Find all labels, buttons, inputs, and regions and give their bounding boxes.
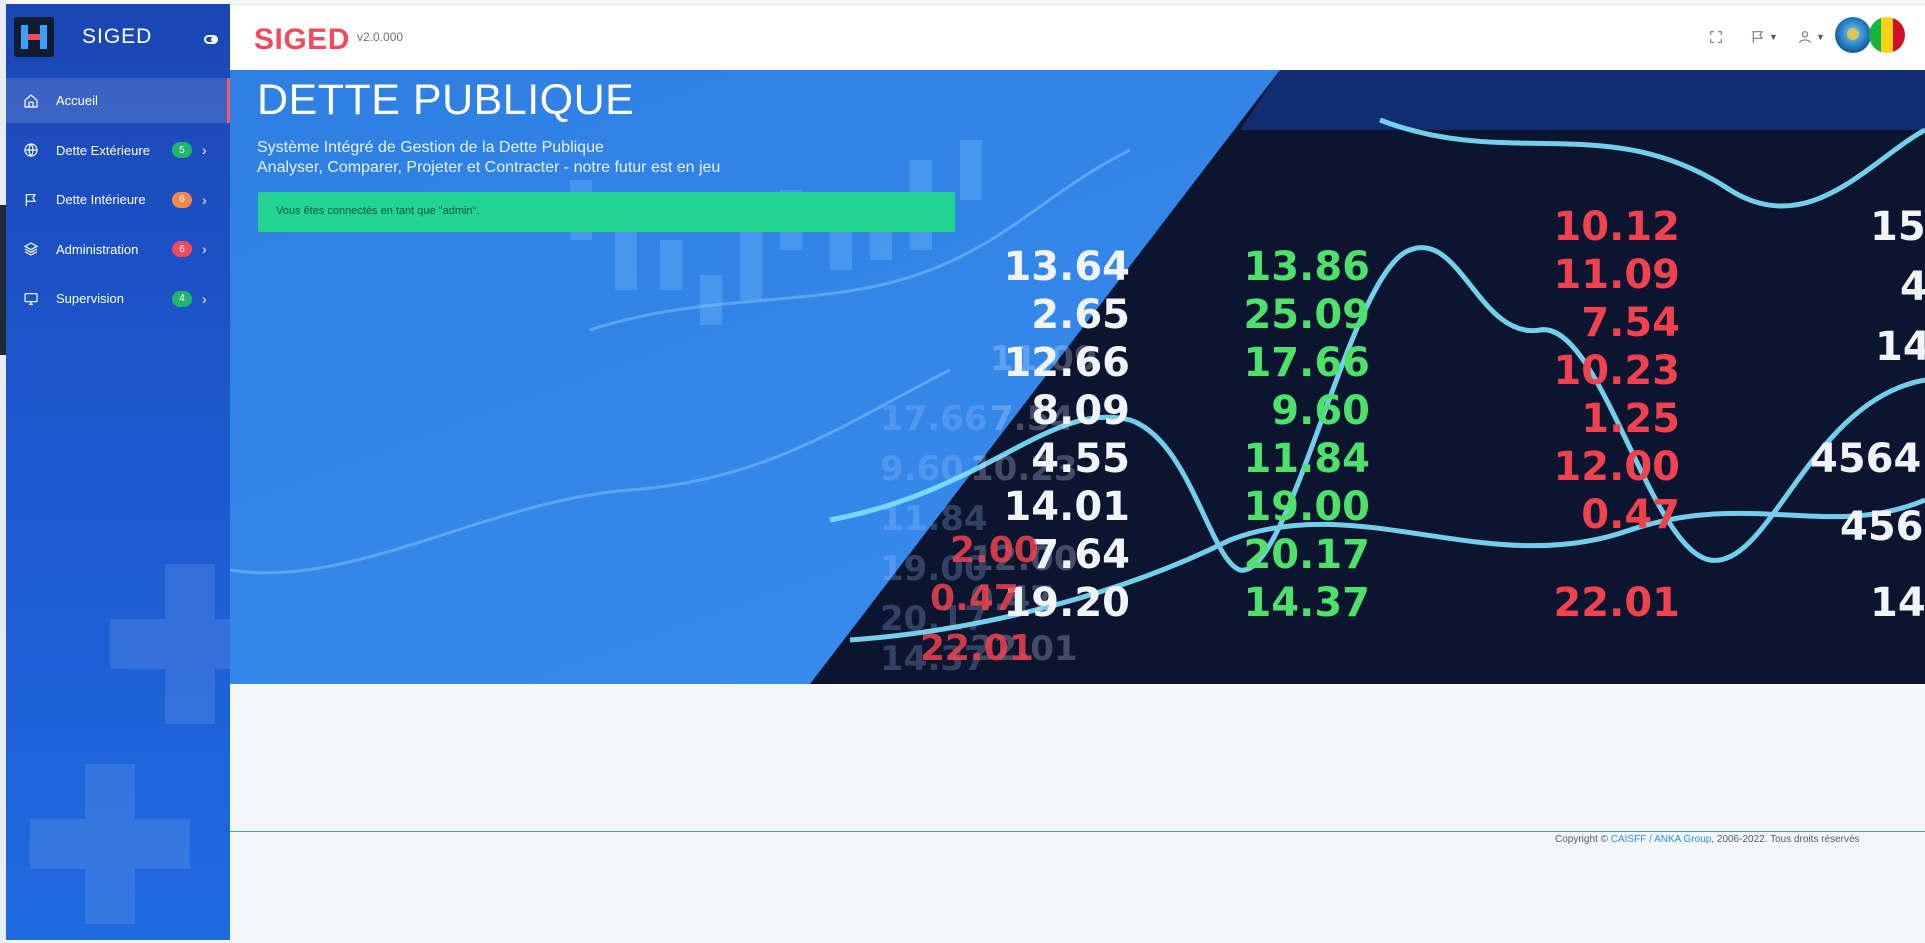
svg-text:7.54: 7.54 [1581,300,1680,346]
country-flag-avatar[interactable] [1869,17,1905,53]
globe-icon [22,141,40,159]
svg-text:10.23: 10.23 [970,449,1078,489]
sidebar: SIGED Accueil Dette Extérieure 5 › Dette… [6,4,230,940]
svg-text:14: 14 [1870,580,1925,626]
emblem-avatar[interactable] [1835,17,1871,53]
banner-subtitle-line: Système Intégré de Gestion de la Dette P… [257,139,604,156]
sidebar-item-administration[interactable]: Administration 6 › [6,227,230,272]
chevron-right-icon: › [202,142,207,158]
sidebar-item-supervision[interactable]: Supervision 4 › [6,276,230,321]
svg-text:4564: 4564 [1810,436,1921,482]
sidebar-decoration [110,564,230,724]
svg-text:456: 456 [1840,504,1924,550]
banner-title: DETTE PUBLIQUE [257,76,635,124]
svg-text:22.01: 22.01 [920,628,1034,669]
fullscreen-button[interactable] [1708,25,1724,49]
home-icon [22,92,40,110]
svg-text:19.00: 19.00 [1243,484,1370,530]
svg-text:17.66: 17.66 [880,399,988,439]
count-badge: 6 [172,241,192,257]
svg-text:2.65: 2.65 [1031,292,1130,338]
sidebar-item-dette-exterieure[interactable]: Dette Extérieure 5 › [6,128,230,173]
login-status-alert: Vous êtes connectés en tant que "admin". [258,192,955,232]
banner-subtitle-line: Analyser, Comparer, Projeter et Contract… [257,159,721,176]
sidebar-item-label: Dette Extérieure [56,142,150,158]
svg-text:13.86: 13.86 [1243,244,1370,290]
svg-text:14.01: 14.01 [1003,484,1130,530]
svg-text:4: 4 [1900,264,1925,310]
sidebar-item-label: Dette Intérieure [56,192,146,207]
user-icon [1799,31,1811,44]
svg-text:10.23: 10.23 [1553,348,1680,394]
sidebar-toggle-icon[interactable] [204,35,218,44]
sidebar-brand: SIGED [6,4,230,70]
sidebar-item-label: Administration [56,241,139,257]
banner-subtitle: Système Intégré de Gestion de la Dette P… [257,138,720,178]
svg-text:25.09: 25.09 [1243,292,1370,338]
brand-name: SIGED [82,25,153,48]
language-dropdown[interactable]: ▼ [1750,25,1778,49]
footer-divider [230,831,1925,832]
flag-icon [1752,31,1764,43]
svg-text:15: 15 [1870,204,1925,250]
svg-text:11.09: 11.09 [1553,252,1680,298]
caret-down-icon: ▼ [1816,32,1825,42]
svg-text:0.47: 0.47 [930,578,1019,619]
count-badge: 4 [172,290,192,307]
sidebar-item-label: Accueil [56,93,98,108]
svg-text:2.00: 2.00 [950,530,1039,571]
footer: Copyright © CAISFF / ANKA Group, 2006-20… [1555,834,1860,845]
app-title: SIGED [254,23,350,56]
svg-text:22.01: 22.01 [1553,580,1680,626]
svg-text:11.84: 11.84 [1243,436,1370,482]
svg-text:12.00: 12.00 [1553,444,1680,490]
company-link[interactable]: CAISFF / ANKA Group [1611,834,1712,845]
svg-text:11.09: 11.09 [990,339,1098,379]
layers-icon [22,240,40,258]
copyright-suffix: , 2006-2022. Tous droits réservés [1711,834,1860,845]
caret-down-icon: ▼ [1769,32,1778,42]
svg-text:17.66: 17.66 [1243,340,1370,386]
svg-text:9.60: 9.60 [880,449,964,489]
svg-text:14: 14 [1875,324,1925,370]
version-label: v2.0.000 [357,30,404,44]
svg-text:9.60: 9.60 [1271,388,1370,434]
sidebar-item-dette-interieure[interactable]: Dette Intérieure 6 › [6,177,230,222]
sidebar-item-accueil[interactable]: Accueil [6,78,230,123]
app-root: SIGED Accueil Dette Extérieure 5 › Dette… [0,0,1925,943]
svg-text:7.54: 7.54 [990,399,1074,439]
svg-text:13.64: 13.64 [1003,244,1130,290]
monitor-icon [22,290,40,308]
chevron-right-icon: › [202,290,207,307]
flag-icon [22,191,40,209]
chevron-right-icon: › [202,241,207,257]
fullscreen-icon [1710,31,1722,43]
logo-icon[interactable] [14,17,54,57]
sidebar-menu: Accueil Dette Extérieure 5 › Dette Intér… [6,78,230,321]
sidebar-item-label: Supervision [56,291,124,306]
svg-text:1.25: 1.25 [1581,396,1680,442]
svg-text:0.47: 0.47 [1581,492,1680,538]
svg-text:14.37: 14.37 [1243,580,1370,626]
user-dropdown[interactable]: ▼ [1797,25,1825,49]
top-header: SIGED v2.0.000 ▼ ▼ [230,4,1925,70]
svg-text:20.17: 20.17 [1243,532,1370,578]
count-badge: 6 [172,191,192,208]
sidebar-decoration [30,764,190,924]
copyright-prefix: Copyright © [1555,834,1608,845]
chevron-right-icon: › [202,191,207,208]
count-badge: 5 [172,142,192,158]
svg-text:10.12: 10.12 [1553,204,1680,250]
hero-banner: 13.64 2.65 12.66 8.09 4.55 14.01 7.64 19.20 … [230,70,1925,684]
